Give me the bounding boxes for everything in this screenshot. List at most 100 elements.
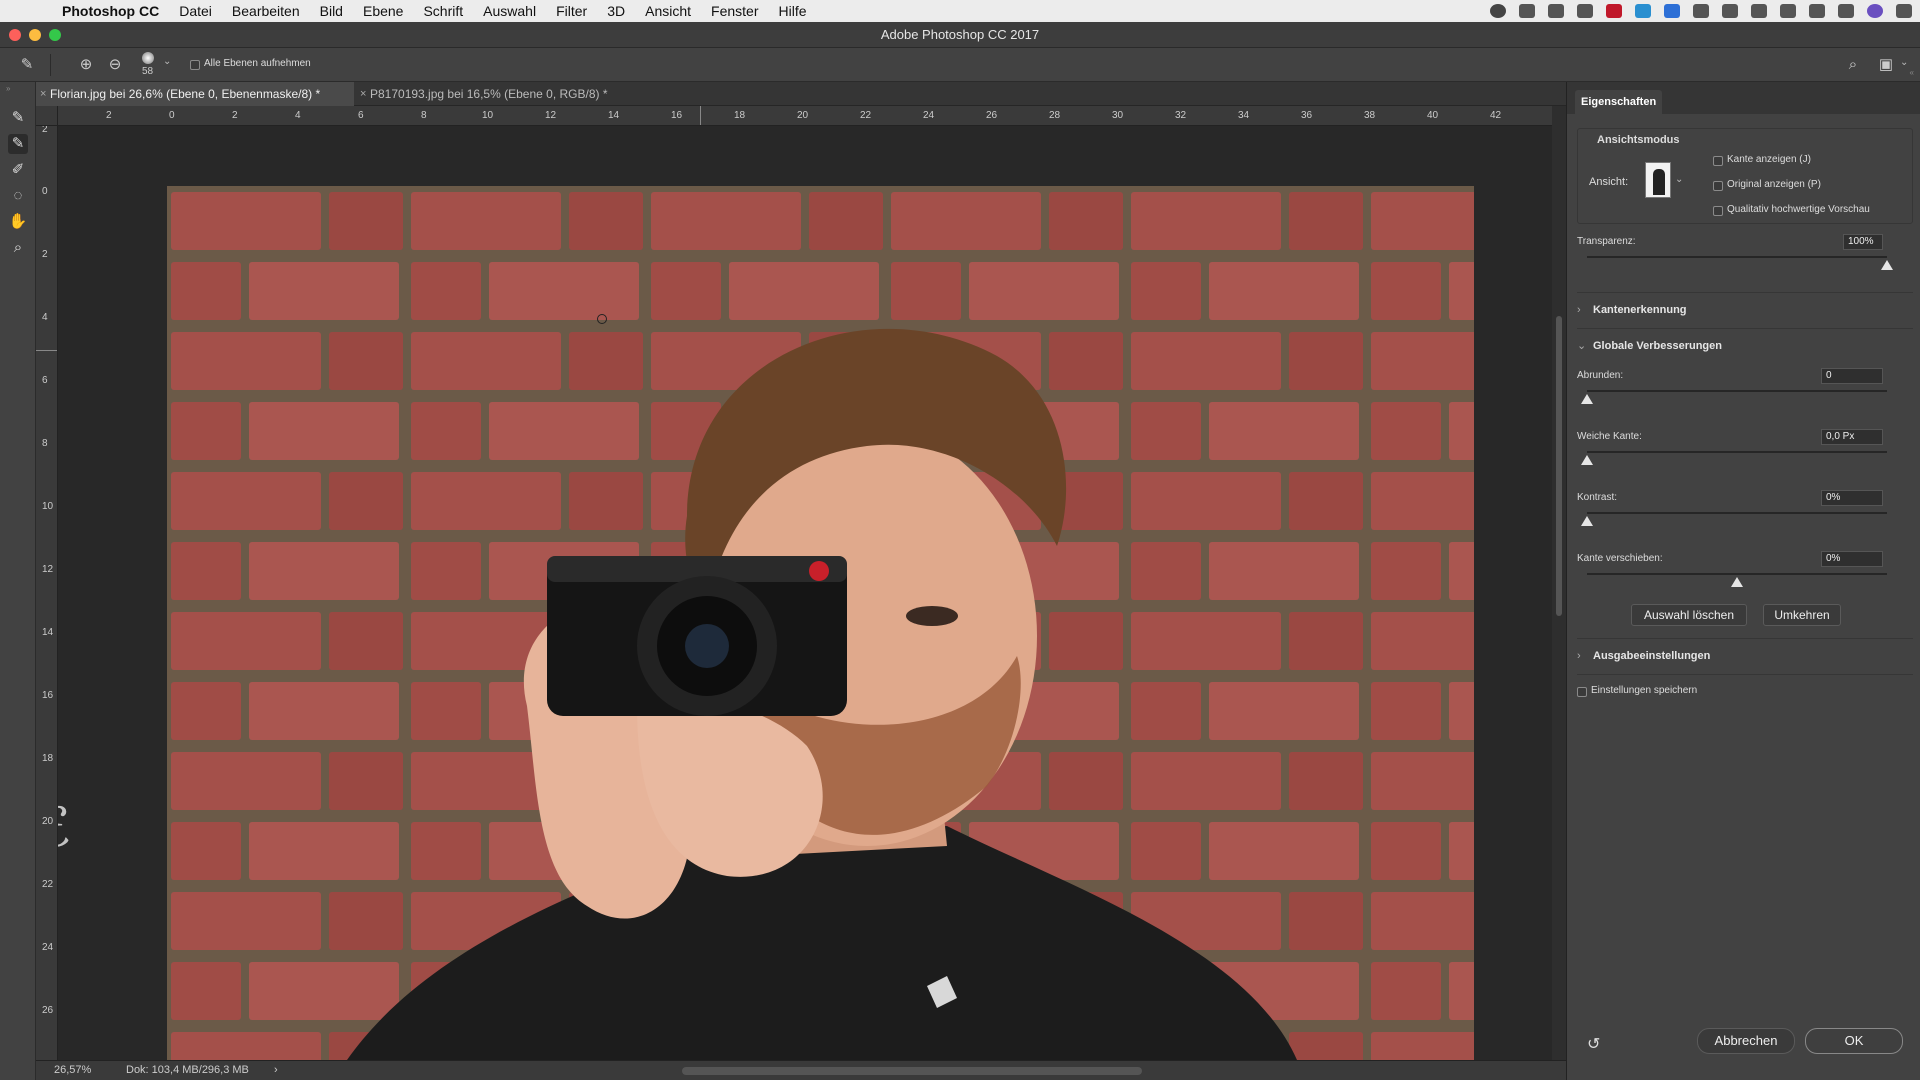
ruler-label: 18: [42, 753, 54, 764]
sample-all-layers-label: Alle Ebenen aufnehmen: [204, 58, 311, 69]
tab-properties[interactable]: Eigenschaften: [1575, 90, 1663, 114]
subtract-from-selection-icon[interactable]: ⊖: [106, 56, 124, 74]
shift-edge-field[interactable]: 0%: [1821, 551, 1883, 567]
reset-icon[interactable]: ↺: [1587, 1034, 1600, 1054]
menu-3d[interactable]: 3D: [597, 0, 635, 22]
show-edge-checkbox[interactable]: [1713, 156, 1723, 166]
transparency-field[interactable]: 100%: [1843, 234, 1883, 250]
sync-icon[interactable]: [1635, 4, 1651, 18]
menu-ansicht[interactable]: Ansicht: [635, 0, 701, 22]
wifi-icon[interactable]: [1809, 4, 1825, 18]
menu-ebene[interactable]: Ebene: [353, 0, 413, 22]
cloud-icon[interactable]: [1577, 4, 1593, 18]
remember-settings-checkbox[interactable]: [1577, 687, 1587, 697]
horizontal-scroll-thumb[interactable]: [682, 1067, 1142, 1075]
tab-florian[interactable]: × Florian.jpg bei 26,6% (Ebene 0, Ebenen…: [36, 82, 354, 106]
menu-datei[interactable]: Datei: [169, 0, 222, 22]
time-machine-icon[interactable]: [1751, 4, 1767, 18]
screen-mirror-icon[interactable]: [1722, 4, 1738, 18]
global-refinements-section[interactable]: ⌄ Globale Verbesserungen: [1577, 334, 1917, 358]
zoom-tool-icon[interactable]: ⌕: [8, 238, 28, 258]
bluetooth-icon[interactable]: [1780, 4, 1796, 18]
printer-icon[interactable]: [1693, 4, 1709, 18]
smooth-slider[interactable]: [1587, 390, 1887, 392]
workspace-chevron-icon[interactable]: ⌄: [1900, 57, 1908, 68]
tools-collapse-icon[interactable]: »: [6, 84, 10, 93]
edge-detection-section[interactable]: › Kantenerkennung: [1577, 298, 1917, 322]
vertical-ruler[interactable]: 2 0 2 4 6 8 10 12 14 16 18 20 22 24 26: [36, 126, 58, 1060]
feather-slider[interactable]: [1587, 451, 1887, 453]
chevron-down-icon: ⌄: [1577, 340, 1587, 352]
contrast-slider[interactable]: [1587, 512, 1887, 514]
menu-filter[interactable]: Filter: [546, 0, 597, 22]
refine-brush-tool-icon[interactable]: ✎: [18, 56, 36, 74]
spotlight-search-icon[interactable]: [1838, 4, 1854, 18]
output-settings-section[interactable]: › Ausgabeeinstellungen: [1577, 644, 1917, 668]
vertical-scrollbar[interactable]: [1552, 106, 1566, 1060]
transparency-slider[interactable]: [1587, 256, 1887, 258]
siri-icon[interactable]: [1867, 4, 1883, 18]
display-icon[interactable]: [1548, 4, 1564, 18]
brush-picker-chevron-icon[interactable]: ⌄: [163, 56, 171, 67]
view-mode-thumbnail[interactable]: [1645, 162, 1671, 198]
smooth-slider-knob[interactable]: [1581, 394, 1593, 404]
close-window-icon[interactable]: [9, 29, 21, 41]
high-quality-preview-checkbox[interactable]: [1713, 206, 1723, 216]
ruler-corner[interactable]: [36, 106, 58, 126]
contrast-slider-knob[interactable]: [1581, 516, 1593, 526]
record-icon[interactable]: [1490, 4, 1506, 18]
ruler-label: 24: [923, 110, 935, 121]
document-image[interactable]: [167, 186, 1474, 1060]
ruler-label: 28: [1049, 110, 1061, 121]
smooth-field[interactable]: 0: [1821, 368, 1883, 384]
zoom-window-icon[interactable]: [49, 29, 61, 41]
document-canvas[interactable]: ℰ: [58, 126, 1552, 1060]
minimize-window-icon[interactable]: [29, 29, 41, 41]
ruler-label: 2: [42, 126, 48, 135]
close-tab-icon[interactable]: ×: [360, 82, 366, 106]
notification-center-icon[interactable]: [1896, 4, 1912, 18]
zoom-level[interactable]: 26,57%: [54, 1061, 91, 1080]
invert-button[interactable]: Umkehren: [1763, 604, 1841, 626]
refine-edge-brush-tool-icon[interactable]: ✎: [8, 134, 28, 154]
view-mode-chevron-icon[interactable]: ⌄: [1675, 174, 1683, 185]
add-to-selection-icon[interactable]: ⊕: [77, 56, 95, 74]
shift-edge-slider[interactable]: [1587, 573, 1887, 575]
menu-fenster[interactable]: Fenster: [701, 0, 768, 22]
feather-field[interactable]: 0,0 Px: [1821, 429, 1883, 445]
contrast-field[interactable]: 0%: [1821, 490, 1883, 506]
status-menu-arrow-icon[interactable]: ›: [274, 1061, 278, 1080]
transparency-slider-knob[interactable]: [1881, 260, 1893, 270]
quick-selection-tool-icon[interactable]: ✎: [8, 108, 28, 128]
brush-preview-icon[interactable]: [142, 52, 154, 64]
cancel-button[interactable]: Abbrechen: [1697, 1028, 1795, 1054]
menu-bearbeiten[interactable]: Bearbeiten: [222, 0, 310, 22]
dropbox-icon[interactable]: [1664, 4, 1680, 18]
show-original-checkbox[interactable]: [1713, 181, 1723, 191]
close-tab-icon[interactable]: ×: [40, 82, 46, 106]
clear-selection-button[interactable]: Auswahl löschen: [1631, 604, 1747, 626]
menu-auswahl[interactable]: Auswahl: [473, 0, 546, 22]
brush-tool-icon[interactable]: ✐: [8, 160, 28, 180]
ruler-cursor-marker: [36, 350, 57, 351]
adobe-icon[interactable]: [1606, 4, 1622, 18]
ruler-label: 2: [42, 249, 48, 260]
menu-app-name[interactable]: Photoshop CC: [52, 0, 169, 22]
menu-hilfe[interactable]: Hilfe: [769, 0, 817, 22]
scroll-thumb[interactable]: [1556, 316, 1562, 616]
airplay-icon[interactable]: [1519, 4, 1535, 18]
menu-schrift[interactable]: Schrift: [413, 0, 473, 22]
feather-slider-knob[interactable]: [1581, 455, 1593, 465]
shift-edge-slider-knob[interactable]: [1731, 577, 1743, 587]
menu-bild[interactable]: Bild: [310, 0, 353, 22]
search-icon[interactable]: ⌕: [1844, 56, 1862, 74]
lasso-tool-icon[interactable]: ◌: [8, 186, 28, 206]
ruler-label: 22: [860, 110, 872, 121]
workspace-icon[interactable]: ▣: [1877, 56, 1895, 74]
hand-tool-icon[interactable]: ✋: [8, 212, 28, 232]
tab-p8170193[interactable]: × P8170193.jpg bei 16,5% (Ebene 0, RGB/8…: [356, 82, 626, 106]
sample-all-layers-checkbox[interactable]: [190, 60, 200, 70]
horizontal-ruler[interactable]: 2 0 2 4 6 8 10 12 14 16 18 20 22 24 26 2…: [58, 106, 1552, 126]
panel-collapse-icon[interactable]: «: [1910, 68, 1914, 77]
ok-button[interactable]: OK: [1805, 1028, 1903, 1054]
